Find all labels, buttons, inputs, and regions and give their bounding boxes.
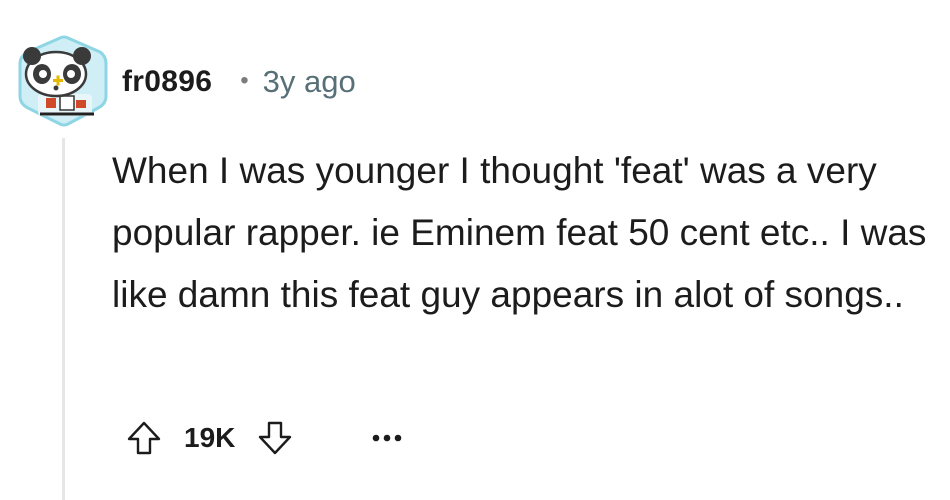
upvote-button[interactable] — [118, 412, 170, 464]
downvote-button[interactable] — [249, 412, 301, 464]
comment-actions: 19K — [118, 412, 413, 464]
username-link[interactable]: fr0896 — [122, 65, 212, 99]
avatar[interactable] — [10, 34, 110, 130]
arrow-down-icon — [259, 421, 292, 455]
arrow-up-icon — [127, 421, 161, 455]
comment-timestamp[interactable]: 3y ago — [263, 64, 356, 100]
vote-count: 19K — [184, 422, 236, 453]
comment-header: fr0896 • 3y ago — [122, 60, 356, 104]
more-options-button[interactable] — [361, 412, 413, 464]
meta-separator: • — [240, 67, 249, 94]
panda-gamer-avatar-icon — [18, 35, 108, 127]
comment-body: When I was younger I thought 'feat' was … — [112, 150, 927, 315]
more-horizontal-icon — [373, 434, 402, 442]
thread-line[interactable] — [62, 138, 65, 500]
